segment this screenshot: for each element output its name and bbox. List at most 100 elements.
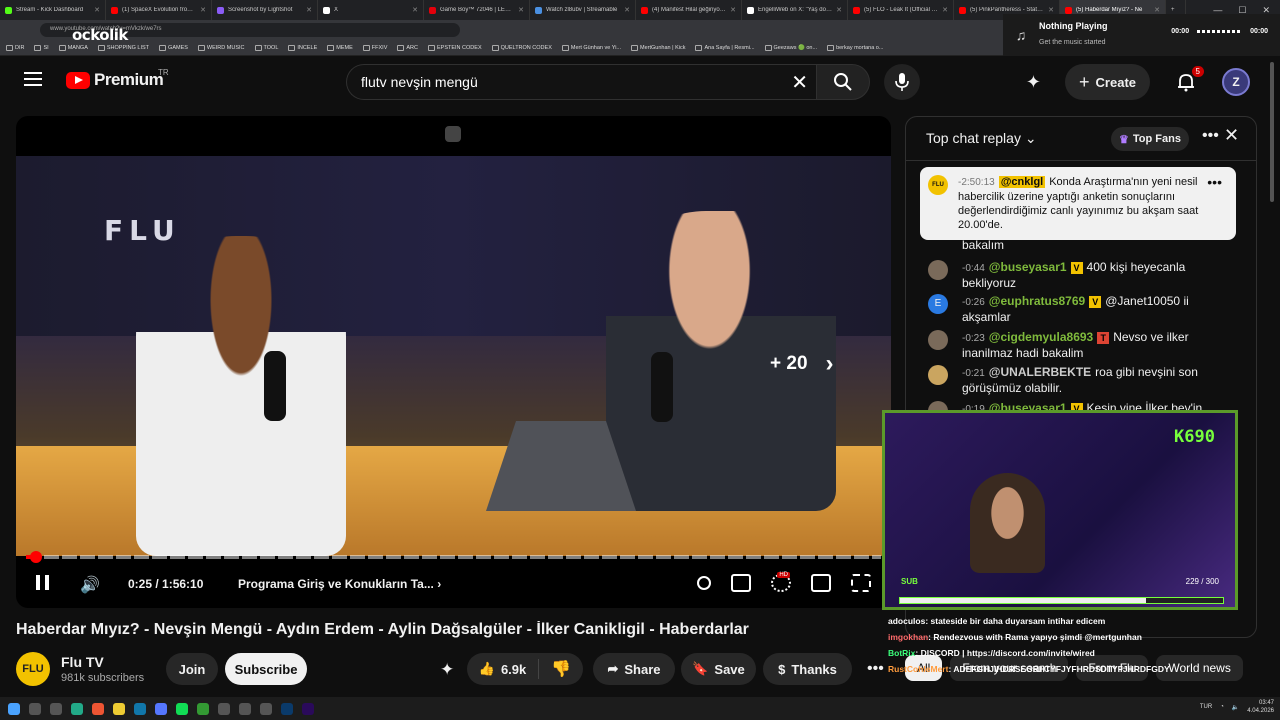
bookmark-item[interactable]: EPSTEIN CODEX (428, 44, 482, 51)
photoshop-icon[interactable] (281, 702, 293, 715)
volume-icon[interactable]: 🔈 (1232, 704, 1239, 711)
explorer-icon[interactable] (113, 702, 125, 715)
browser-tab[interactable]: Watch zl8ubv | Streamable ✕ (530, 0, 636, 20)
bookmark-item[interactable]: WEIRD MUSIC (197, 44, 245, 51)
clock[interactable]: 03:47 4.04.2026 (1247, 699, 1274, 715)
chrome-icon[interactable] (92, 702, 104, 715)
browser-tab[interactable]: Game Boy™ 72046 | LEGO® ✕ (424, 0, 530, 20)
skip-forward-button[interactable]: + 20 › (770, 350, 834, 378)
bookmark-item[interactable]: QUELTRON CODEX (491, 44, 552, 51)
close-tab-icon[interactable]: ✕ (1048, 6, 1054, 14)
bookmark-item[interactable]: MertGunhan | Kick (631, 44, 685, 51)
volume-icon[interactable]: 🔊 (80, 575, 100, 595)
clear-search-icon[interactable]: ✕ (791, 70, 808, 95)
join-button[interactable]: Join (166, 653, 218, 685)
share-button[interactable]: ➦ Share (593, 653, 675, 685)
top-fans-button[interactable]: ♛ Top Fans (1111, 127, 1189, 151)
youtube-premium-logo[interactable]: Premium (66, 70, 164, 90)
theater-mode-icon[interactable] (811, 574, 831, 592)
app-icon[interactable] (218, 702, 230, 715)
page-scrollbar[interactable] (1268, 60, 1276, 620)
close-chat-icon[interactable]: ✕ (1224, 125, 1239, 146)
chat-username[interactable]: @euphratus8769 (989, 294, 1085, 308)
save-button[interactable]: 🔖 Save (681, 653, 756, 685)
create-button[interactable]: + Create (1065, 64, 1150, 100)
bookmark-item[interactable]: SHOPPING LIST (97, 44, 149, 51)
bookmark-item[interactable]: GAMES (159, 44, 188, 51)
browser-tab[interactable]: X ✕ (318, 0, 424, 20)
search-icon[interactable] (29, 702, 41, 715)
xbox-icon[interactable] (197, 702, 209, 715)
subscribe-button[interactable]: Subscribe (225, 653, 307, 685)
video-player[interactable]: FLU + 20 › 🔊 0:25 / 1:56:10 Programa Gir… (16, 116, 891, 608)
fullscreen-icon[interactable] (851, 574, 871, 592)
notifications-button[interactable]: 5 (1174, 66, 1204, 94)
chat-avatar[interactable] (928, 365, 948, 385)
close-tab-icon[interactable]: ✕ (1154, 6, 1160, 14)
close-tab-icon[interactable]: ✕ (412, 6, 418, 14)
more-actions-icon[interactable]: ••• (867, 660, 884, 678)
bookmark-item[interactable]: Ana Sayfa | Resmi... (695, 44, 755, 51)
browser-tab[interactable]: (1) SpaceX Evolution from 20 ✕ (106, 0, 212, 20)
bookmark-item[interactable]: SI (34, 44, 49, 51)
like-button[interactable]: 👍 6.9k (467, 659, 539, 679)
app-icon[interactable] (260, 702, 272, 715)
browser-tab[interactable]: EngelliWeb on X: "Yaş doğrula ✕ (742, 0, 848, 20)
browser-tab[interactable]: Screenshot by Lightshot ✕ (212, 0, 318, 20)
premiere-icon[interactable] (302, 702, 314, 715)
close-tab-icon[interactable]: ✕ (306, 6, 312, 14)
pinned-more-icon[interactable]: ••• (1207, 175, 1222, 189)
close-tab-icon[interactable]: ✕ (200, 6, 206, 14)
close-tab-icon[interactable]: ✕ (730, 6, 736, 14)
pinned-user[interactable]: @cnklgl (998, 176, 1046, 188)
close-tab-icon[interactable]: ✕ (942, 6, 948, 14)
search-input[interactable]: flutv nevşin mengü ✕ (346, 64, 816, 100)
chat-more-icon[interactable]: ••• (1202, 127, 1219, 145)
steam-icon[interactable] (134, 702, 146, 715)
voice-search-button[interactable] (884, 64, 920, 100)
taskview-icon[interactable] (50, 702, 62, 715)
bookmark-item[interactable]: MEME (327, 44, 353, 51)
app-icon[interactable] (239, 702, 251, 715)
edge-icon[interactable] (71, 702, 83, 715)
gift-icon[interactable]: ✦ (440, 660, 454, 680)
account-avatar[interactable]: Z (1222, 68, 1250, 96)
thanks-button[interactable]: $ Thanks (763, 653, 852, 685)
autoplay-toggle-icon[interactable] (697, 576, 711, 590)
bookmark-item[interactable]: DIR (6, 44, 24, 51)
language-indicator[interactable]: TUR (1200, 704, 1212, 710)
search-button[interactable] (816, 64, 870, 100)
bookmark-item[interactable]: berkay mortana o... (827, 44, 883, 51)
close-tab-icon[interactable]: ✕ (624, 6, 630, 14)
wifi-icon[interactable]: ◔ (1220, 704, 1224, 710)
channel-avatar[interactable]: FLU (16, 652, 50, 686)
chapter-title[interactable]: Programa Giriş ve Konukların Ta... › (238, 577, 441, 591)
chat-username[interactable]: @cigdemyula8693 (989, 330, 1093, 344)
chat-avatar[interactable]: E (928, 294, 948, 314)
spotify-icon[interactable] (176, 702, 188, 715)
browser-tab[interactable]: (5) FLO - Leak It (Official Vide ✕ (848, 0, 954, 20)
browser-tab[interactable]: Stream - Kick Dashboard ✕ (0, 0, 106, 20)
progress-bar[interactable] (26, 551, 881, 563)
close-tab-icon[interactable]: ✕ (94, 6, 100, 14)
chat-username[interactable]: @UNALERBEKTE (989, 365, 1091, 379)
progress-scrubber[interactable] (30, 551, 42, 563)
windows-start-icon[interactable] (8, 702, 20, 715)
browser-tab[interactable]: (4) Manifest Hilal geğiriyor (y ✕ (636, 0, 742, 20)
subtitles-icon[interactable] (731, 574, 751, 592)
gift-icon[interactable]: ✦ (1026, 72, 1041, 93)
chat-mode-selector[interactable]: Top chat replay ⌄ (926, 130, 1037, 147)
close-tab-icon[interactable]: ✕ (518, 6, 524, 14)
bookmark-item[interactable]: TOOL (254, 44, 278, 51)
chat-username[interactable]: @buseyasar1 (989, 260, 1067, 274)
hamburger-menu-icon[interactable] (24, 72, 42, 86)
close-tab-icon[interactable]: ✕ (836, 6, 842, 14)
channel-name[interactable]: Flu TV (61, 654, 104, 670)
bookmark-item[interactable]: INCELE (288, 44, 317, 51)
bookmark-item[interactable]: MANGA (58, 44, 88, 51)
bookmark-item[interactable]: Mert Günhan ve Yi... (561, 44, 621, 51)
chat-avatar[interactable] (928, 330, 948, 350)
thumbs-down-icon[interactable]: 👎 (539, 659, 583, 679)
chat-avatar[interactable] (928, 260, 948, 280)
discord-icon[interactable] (155, 702, 167, 715)
